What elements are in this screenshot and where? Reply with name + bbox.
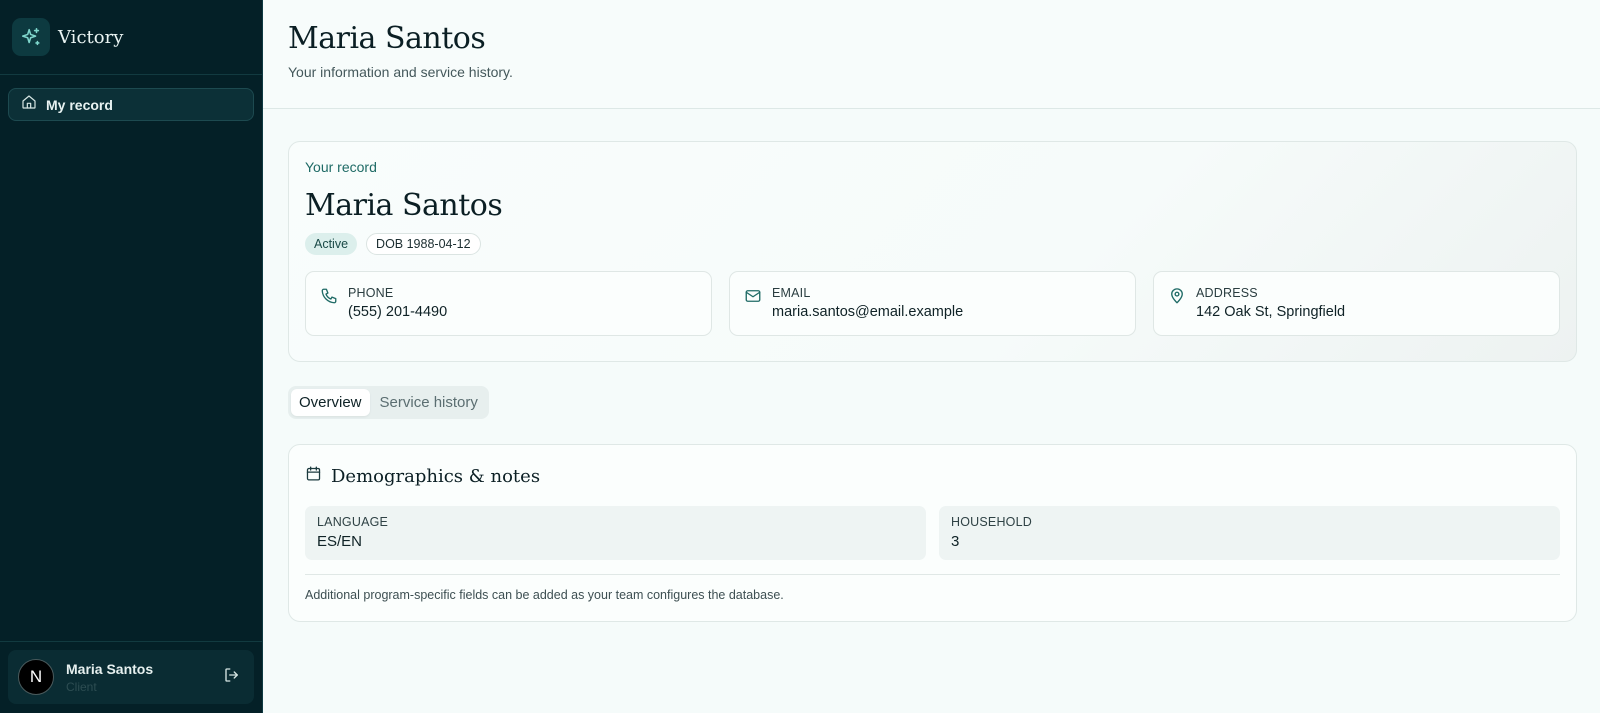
status-badge: Active [305,233,358,255]
mail-icon [744,287,764,307]
record-name: Maria Santos [305,188,503,223]
demographics-title: Demographics & notes [331,465,541,487]
main-content: Maria Santos Your information and servic… [263,0,1600,713]
contact-label: EMAIL [772,286,811,300]
map-pin-icon [1168,287,1188,307]
field-household: HOUSEHOLD 3 [939,506,1560,560]
user-card: N Maria Santos Client [8,650,254,704]
contact-email: EMAIL maria.santos@email.example [729,271,1136,336]
contact-value: 142 Oak St, Springfield [1196,304,1346,320]
sidebar-item-label: My record [46,96,113,113]
phone-icon [320,287,340,307]
user-role: Client [66,679,97,694]
field-value: 3 [951,533,960,550]
logout-button[interactable] [220,665,244,689]
page-subtitle: Your information and service history. [288,64,513,80]
sidebar-nav: My record [0,75,262,134]
home-icon [21,94,37,115]
logout-icon [223,666,241,689]
demographics-card: Demographics & notes LANGUAGE ES/EN HOUS… [288,444,1577,622]
brand-name: Victory [58,26,124,48]
tab-overview[interactable]: Overview [291,389,370,416]
sidebar-item-my-record[interactable]: My record [8,88,254,121]
contact-value: maria.santos@email.example [772,304,964,320]
field-label: HOUSEHOLD [951,515,1032,529]
divider [305,574,1560,575]
demographics-note: Additional program-specific fields can b… [305,588,784,602]
record-card: Your record Maria Santos Active DOB 1988… [288,141,1577,362]
contact-phone: PHONE (555) 201-4490 [305,271,712,336]
field-value: ES/EN [317,533,363,550]
calendar-icon [305,465,322,487]
tab-service-history[interactable]: Service history [372,389,486,416]
user-area: N Maria Santos Client [0,641,262,713]
field-label: LANGUAGE [317,515,389,529]
dob-badge: DOB 1988-04-12 [366,233,481,255]
contact-label: ADDRESS [1196,286,1258,300]
contact-label: PHONE [348,286,394,300]
record-eyebrow: Your record [305,159,377,175]
contact-address: ADDRESS 142 Oak St, Springfield [1153,271,1560,336]
page-title: Maria Santos [288,21,486,56]
field-language: LANGUAGE ES/EN [305,506,926,560]
page-header: Maria Santos Your information and servic… [263,0,1600,109]
sidebar: Victory My record N Maria Santos Client [0,0,263,713]
brand: Victory [0,0,262,75]
avatar[interactable]: N [18,659,54,695]
tab-bar: Overview Service history [288,386,489,419]
contact-value: (555) 201-4490 [348,304,448,320]
sparkle-logo-icon [12,18,50,56]
user-name: Maria Santos [66,660,154,677]
